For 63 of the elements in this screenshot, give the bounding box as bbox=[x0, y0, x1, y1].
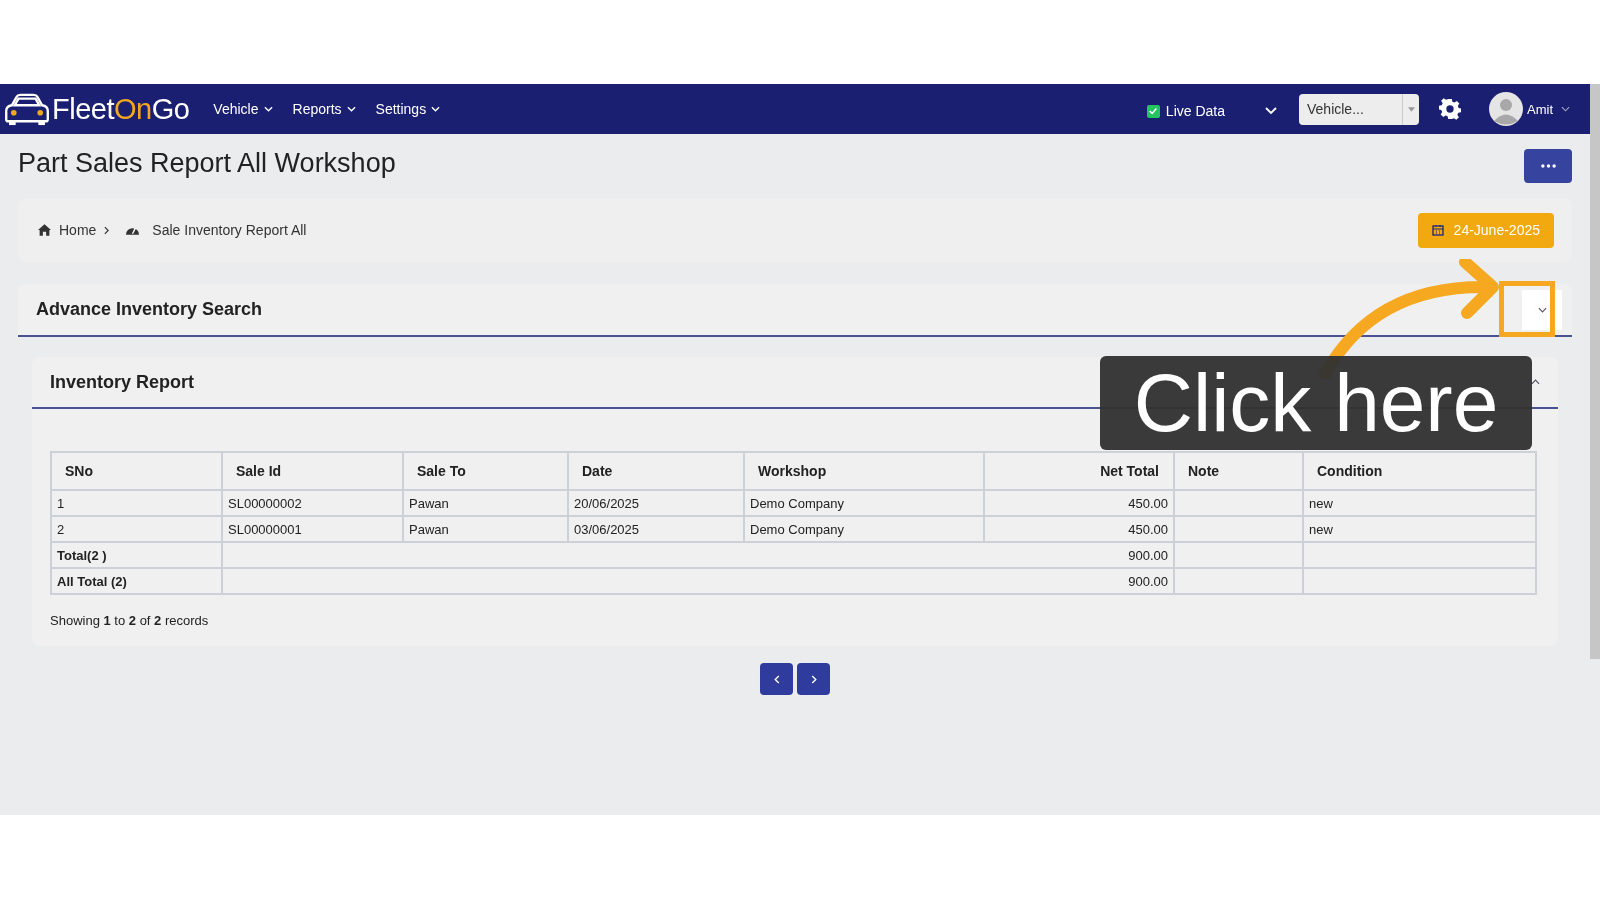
table-cell: Pawan bbox=[409, 495, 449, 511]
total-value: 900.00 bbox=[1128, 547, 1168, 563]
table-cell: Demo Company bbox=[750, 521, 844, 537]
more-options-button[interactable] bbox=[1524, 149, 1572, 183]
panel-title: Advance Inventory Search bbox=[36, 299, 263, 320]
card-title: Inventory Report bbox=[50, 371, 195, 393]
next-page-button[interactable] bbox=[797, 663, 830, 695]
chevron-down-icon bbox=[263, 106, 273, 112]
column-header: Date bbox=[568, 452, 744, 490]
table-cell: new bbox=[1309, 495, 1333, 511]
nav-menu[interactable]: Settings bbox=[375, 101, 441, 117]
user-menu[interactable]: Amit bbox=[1527, 101, 1570, 117]
table-cell: Demo Company bbox=[750, 495, 844, 511]
table-cell: 1 bbox=[57, 495, 65, 511]
column-header: Workshop bbox=[744, 452, 984, 490]
nav-menu[interactable]: Vehicle bbox=[213, 101, 273, 117]
chevron-right-icon bbox=[810, 674, 817, 684]
table-cell: 450.00 bbox=[1128, 495, 1168, 511]
avatar-icon[interactable] bbox=[1489, 92, 1523, 126]
total-label: Total(2 ) bbox=[57, 547, 107, 563]
table-cell: new bbox=[1309, 521, 1333, 537]
scrollbar[interactable] bbox=[1590, 84, 1600, 659]
nav-menu[interactable]: Reports bbox=[292, 101, 356, 117]
highlight-frame bbox=[1499, 281, 1555, 337]
breadcrumb-link[interactable]: Home bbox=[59, 222, 97, 238]
breadcrumb-current: Sale Inventory Report All bbox=[152, 222, 307, 238]
chevron-icon bbox=[1537, 306, 1547, 313]
table-cell: 2 bbox=[57, 521, 65, 537]
caret-down-icon bbox=[1407, 106, 1415, 112]
column-header: Sale To bbox=[403, 452, 568, 490]
chevron-down-icon bbox=[1561, 106, 1570, 112]
calendar-icon bbox=[1431, 224, 1444, 236]
column-header: Sale Id bbox=[222, 452, 403, 490]
total-label: All Total (2) bbox=[57, 573, 127, 589]
table-cell: Pawan bbox=[409, 521, 449, 537]
table-cell: SL00000002 bbox=[228, 495, 302, 511]
previous-page-button[interactable] bbox=[760, 663, 793, 695]
column-header: SNo bbox=[51, 452, 222, 490]
table-cell: SL00000001 bbox=[228, 521, 302, 537]
chevron-left-icon bbox=[773, 674, 780, 684]
page-title: Part Sales Report All Workshop bbox=[18, 147, 396, 179]
chevron-up-icon[interactable] bbox=[1531, 379, 1540, 385]
car-logo-icon bbox=[4, 92, 50, 126]
home-icon bbox=[38, 224, 51, 236]
table-cell: 450.00 bbox=[1128, 521, 1168, 537]
column-header: Net Total bbox=[984, 452, 1174, 490]
column-header: Note bbox=[1174, 452, 1303, 490]
click-here-callout: Click here bbox=[1100, 356, 1532, 450]
vehicle-select[interactable]: Vehicle... bbox=[1299, 93, 1419, 125]
ellipsis-icon bbox=[1540, 164, 1556, 168]
total-value: 900.00 bbox=[1128, 573, 1168, 589]
brand-logo[interactable]: FleetOnGo bbox=[52, 92, 190, 126]
chevron-right-icon bbox=[104, 225, 110, 235]
column-header: Condition bbox=[1303, 452, 1536, 490]
settings-icon[interactable] bbox=[1439, 98, 1461, 120]
table-cell: 20/06/2025 bbox=[574, 495, 640, 511]
chevron-down-icon[interactable] bbox=[1265, 107, 1277, 115]
live-data-checkbox[interactable] bbox=[1146, 104, 1160, 118]
chevron-down-icon bbox=[431, 106, 441, 112]
chevron-down-icon bbox=[346, 106, 356, 112]
records-summary: Showing 1 to 2 of 2 records bbox=[50, 613, 210, 628]
live-data-label: Live Data bbox=[1165, 103, 1225, 119]
table-cell: 03/06/2025 bbox=[574, 521, 640, 537]
